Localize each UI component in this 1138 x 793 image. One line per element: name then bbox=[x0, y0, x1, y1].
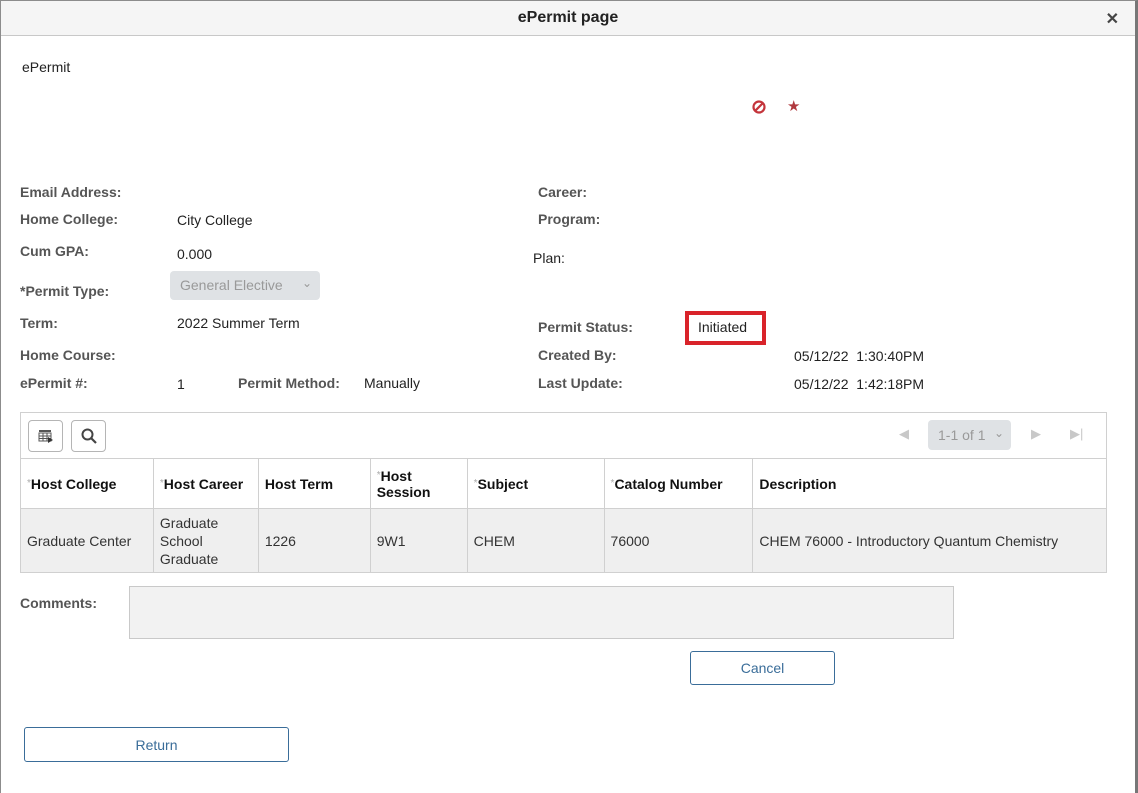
column-header-label: Host Session bbox=[376, 467, 431, 500]
plan-label: Plan: bbox=[533, 250, 565, 266]
triangle-right-icon[interactable]: ▶ bbox=[1031, 426, 1041, 442]
dialog-titlebar: ePermit page ✕ bbox=[1, 1, 1135, 36]
table-header-row: *Host College *Host Career Host Term *Host … bbox=[20, 458, 1107, 509]
permit-type-select[interactable]: General Elective ⌄ bbox=[170, 271, 320, 300]
term-value: 2022 Summer Term bbox=[177, 315, 300, 331]
column-header[interactable]: Description bbox=[752, 458, 1107, 509]
cum-gpa-label: Cum GPA: bbox=[20, 243, 89, 259]
permit-method-value: Manually bbox=[364, 375, 421, 391]
created-by-value: 05/12/22 1:30:40PM bbox=[794, 348, 924, 364]
column-header-label: Description bbox=[759, 475, 837, 492]
table-cell: CHEM bbox=[466, 508, 605, 573]
search-icon bbox=[81, 428, 97, 444]
email-label: Email Address: bbox=[20, 184, 122, 200]
home-college-value: City College bbox=[177, 212, 253, 228]
dialog-title: ePermit page bbox=[517, 9, 619, 26]
block-icon[interactable] bbox=[751, 99, 767, 115]
home-college-label: Home College: bbox=[20, 211, 119, 227]
column-header[interactable]: *Subject bbox=[466, 458, 605, 509]
program-label: Program: bbox=[538, 211, 601, 227]
column-header[interactable]: *Host Career bbox=[152, 458, 259, 509]
epermit-dialog: ePermit page ✕ ePermit ★ Email Address: … bbox=[0, 0, 1138, 793]
cancel-button[interactable]: Cancel bbox=[690, 651, 835, 685]
table-cell: Graduate School Graduate bbox=[152, 508, 259, 573]
term-label: Term: bbox=[20, 315, 58, 331]
personalize-grid-button[interactable] bbox=[28, 420, 63, 452]
star-icon[interactable]: ★ bbox=[787, 99, 800, 115]
permit-status-value: Initiated bbox=[698, 319, 748, 335]
comments-textarea[interactable] bbox=[129, 586, 954, 639]
page-heading: ePermit bbox=[22, 59, 71, 75]
skip-last-icon[interactable]: ▶| bbox=[1070, 426, 1083, 442]
column-header[interactable]: *Catalog Number bbox=[603, 458, 754, 509]
table-cell: 9W1 bbox=[369, 508, 468, 573]
table-row[interactable]: Graduate Center Graduate School Graduate 1… bbox=[20, 508, 1107, 573]
find-button[interactable] bbox=[71, 420, 106, 452]
column-header[interactable]: *Host College bbox=[20, 458, 154, 509]
home-course-label: Home Course: bbox=[20, 347, 116, 363]
column-header[interactable]: Host Term bbox=[257, 458, 371, 509]
column-header-label: Host College bbox=[30, 475, 117, 492]
permit-type-label: *Permit Type: bbox=[20, 283, 110, 299]
column-header-label: Host Career bbox=[163, 475, 244, 492]
table-cell: Graduate Center bbox=[20, 508, 154, 573]
epermit-number-value: 1 bbox=[177, 376, 185, 392]
column-header-label: Catalog Number bbox=[614, 475, 723, 492]
table-body: Graduate Center Graduate School Graduate 1… bbox=[20, 508, 1107, 573]
column-header-label: Subject bbox=[477, 475, 529, 492]
triangle-left-icon[interactable]: ◀ bbox=[899, 426, 909, 442]
permit-type-value: General Elective bbox=[180, 277, 283, 293]
last-update-value: 05/12/22 1:42:18PM bbox=[794, 376, 924, 392]
return-button[interactable]: Return bbox=[24, 727, 289, 762]
epermit-number-label: ePermit #: bbox=[20, 375, 88, 391]
grid-settings-icon bbox=[38, 430, 53, 443]
permit-method-label: Permit Method: bbox=[238, 375, 340, 391]
pager-label: 1-1 of 1 bbox=[938, 427, 986, 443]
career-label: Career: bbox=[538, 184, 588, 200]
close-icon[interactable]: ✕ bbox=[1106, 9, 1119, 29]
table-cell: CHEM 76000 - Introductory Quantum Chemis… bbox=[752, 508, 1107, 573]
host-course-table: *Host College *Host Career Host Term *Host … bbox=[20, 458, 1107, 573]
column-header[interactable]: *Host Session bbox=[369, 458, 468, 509]
host-course-grid: ◀ 1-1 of 1 ⌄ ▶ ▶| *Host College *Host Car… bbox=[20, 412, 1107, 573]
last-update-label: Last Update: bbox=[538, 375, 623, 391]
pager-select[interactable]: 1-1 of 1 ⌄ bbox=[928, 420, 1011, 450]
table-cell: 76000 bbox=[603, 508, 754, 573]
column-header-label: Host Term bbox=[264, 475, 334, 492]
cum-gpa-value: 0.000 bbox=[177, 246, 213, 262]
comments-label: Comments: bbox=[20, 595, 98, 611]
chevron-down-icon: ⌄ bbox=[301, 276, 312, 290]
chevron-down-icon: ⌄ bbox=[993, 426, 1004, 440]
created-by-label: Created By: bbox=[538, 347, 617, 363]
table-cell: 1226 bbox=[257, 508, 371, 573]
permit-status-label: Permit Status: bbox=[538, 319, 633, 335]
